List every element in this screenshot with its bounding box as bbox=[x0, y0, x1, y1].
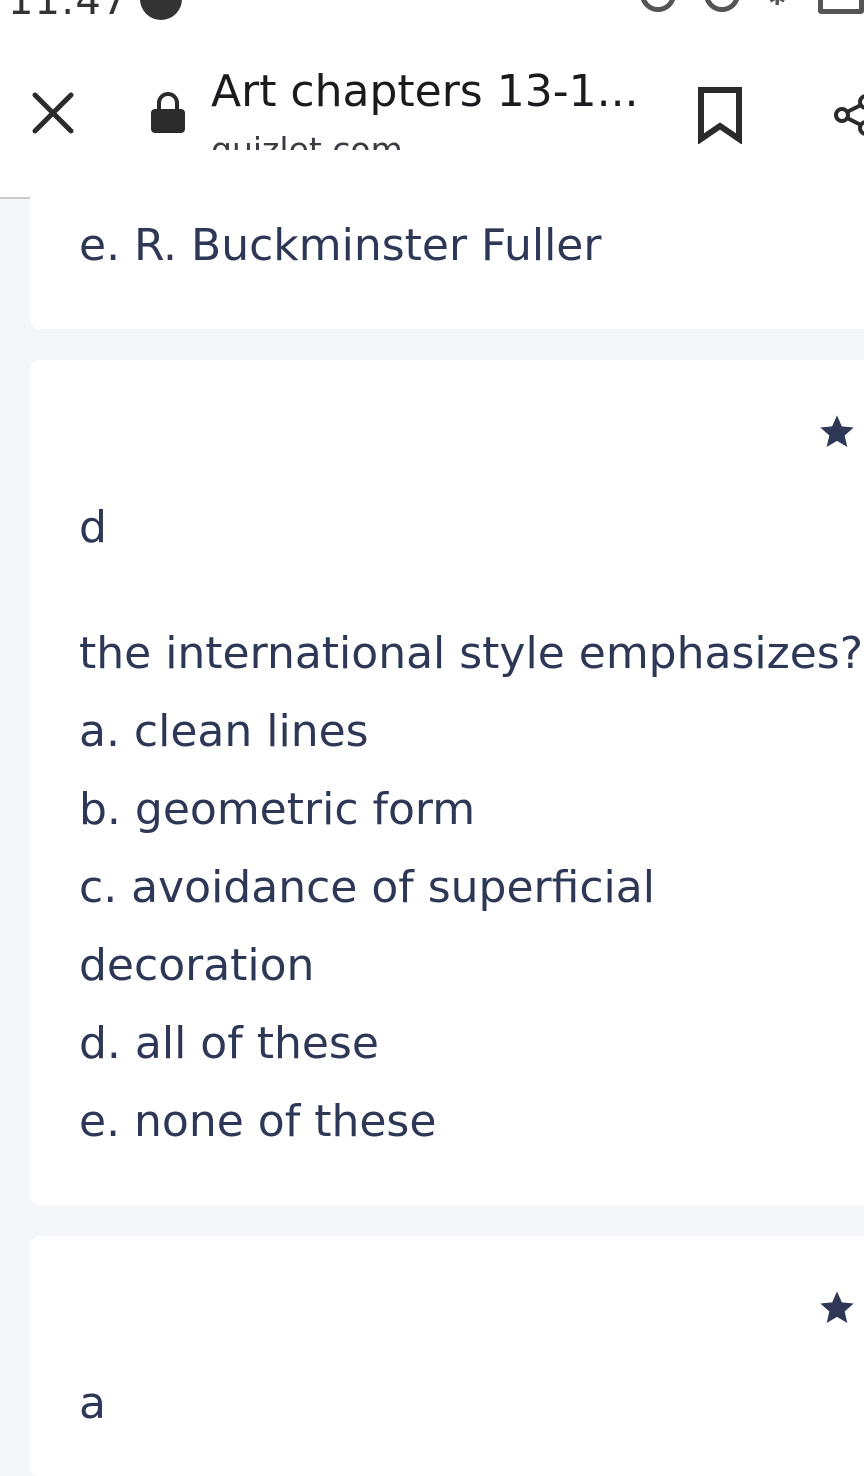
option-text: a. clean lines bbox=[79, 706, 369, 757]
star-icon bbox=[820, 415, 854, 447]
lock-icon bbox=[150, 92, 186, 134]
bookmark-icon bbox=[698, 87, 742, 145]
answer-text: a bbox=[79, 1378, 106, 1429]
status-battery-icon bbox=[818, 0, 864, 14]
status-time: 11:47 bbox=[8, 0, 129, 24]
option-text: c. avoidance of superficial bbox=[79, 862, 655, 913]
share-button[interactable] bbox=[832, 92, 864, 138]
flashcard: e. R. Buckminster Fuller bbox=[30, 150, 864, 329]
status-avatar-icon bbox=[140, 0, 182, 20]
flashcard: a bbox=[30, 1236, 864, 1476]
status-sync-icon bbox=[704, 0, 740, 12]
status-bluetooth-icon: ✱ bbox=[768, 0, 788, 10]
option-text: b. geometric form bbox=[79, 784, 476, 835]
star-button[interactable] bbox=[817, 412, 857, 452]
close-button[interactable] bbox=[28, 88, 78, 138]
page-title: Art chapters 13-1... bbox=[211, 66, 639, 117]
status-bar: 11:47 ✱ bbox=[0, 0, 864, 26]
answer-text: d bbox=[79, 502, 107, 553]
option-text: e. R. Buckminster Fuller bbox=[79, 220, 602, 271]
close-icon bbox=[32, 92, 74, 134]
flashcard: d the international style emphasizes? a.… bbox=[30, 360, 864, 1205]
option-text: d. all of these bbox=[79, 1018, 379, 1069]
share-icon bbox=[834, 94, 864, 136]
question-text: the international style emphasizes? bbox=[79, 628, 864, 679]
star-icon bbox=[820, 1291, 854, 1323]
status-alarm-icon bbox=[640, 0, 676, 12]
star-button[interactable] bbox=[817, 1288, 857, 1328]
option-text: decoration bbox=[79, 940, 315, 991]
option-text: e. none of these bbox=[79, 1096, 437, 1147]
bookmark-button[interactable] bbox=[696, 86, 744, 145]
